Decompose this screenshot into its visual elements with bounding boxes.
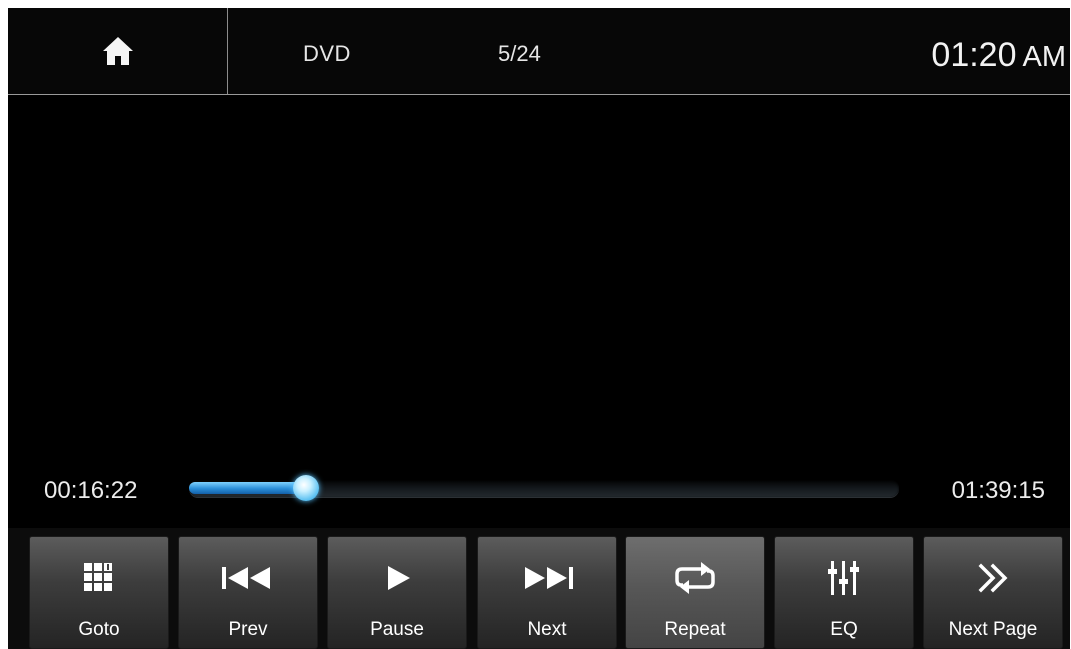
double-chevron-right-icon [978, 563, 1008, 593]
goto-label: Goto [78, 619, 120, 640]
top-divider [227, 8, 228, 94]
total-time: 01:39:15 [951, 477, 1045, 504]
skip-next-icon [525, 567, 573, 589]
prev-label: Prev [228, 619, 268, 640]
eq-button[interactable]: EQ [774, 536, 914, 649]
play-icon [388, 566, 410, 590]
progress-knob[interactable] [293, 475, 319, 501]
repeat-button[interactable]: Repeat [625, 536, 765, 649]
goto-button[interactable]: Goto [29, 536, 169, 649]
next-button[interactable]: Next [477, 536, 617, 649]
top-bar: DVD 5/24 01:20 AM [8, 8, 1070, 95]
clock-ampm: AM [1022, 41, 1067, 73]
video-display[interactable] [8, 95, 1070, 455]
source-label: DVD [303, 41, 351, 66]
pause-button[interactable]: Pause [327, 536, 467, 649]
control-bar: Goto Prev Pause Next Repeat EQ Next Page [8, 528, 1070, 649]
next-page-button[interactable]: Next Page [923, 536, 1063, 649]
progress-fill [189, 482, 306, 494]
repeat-label: Repeat [664, 619, 726, 640]
prev-button[interactable]: Prev [178, 536, 318, 649]
repeat-icon [675, 562, 715, 594]
clock: 01:20 AM [931, 36, 1066, 75]
home-button[interactable] [8, 8, 227, 94]
track-counter: 5/24 [498, 41, 541, 66]
equalizer-icon [828, 561, 859, 595]
progress-bar[interactable] [189, 475, 899, 501]
dvd-player-screen: DVD 5/24 01:20 AM 00:16:22 01:39:15 Goto… [8, 8, 1070, 649]
eq-label: EQ [830, 619, 858, 640]
elapsed-time: 00:16:22 [44, 477, 138, 504]
grid-keypad-icon [84, 563, 112, 591]
next-page-label: Next Page [948, 619, 1038, 640]
skip-previous-icon [222, 567, 270, 589]
clock-time: 01:20 [931, 36, 1017, 74]
home-icon [102, 37, 133, 65]
pause-label: Pause [370, 619, 424, 640]
next-label: Next [527, 619, 567, 640]
